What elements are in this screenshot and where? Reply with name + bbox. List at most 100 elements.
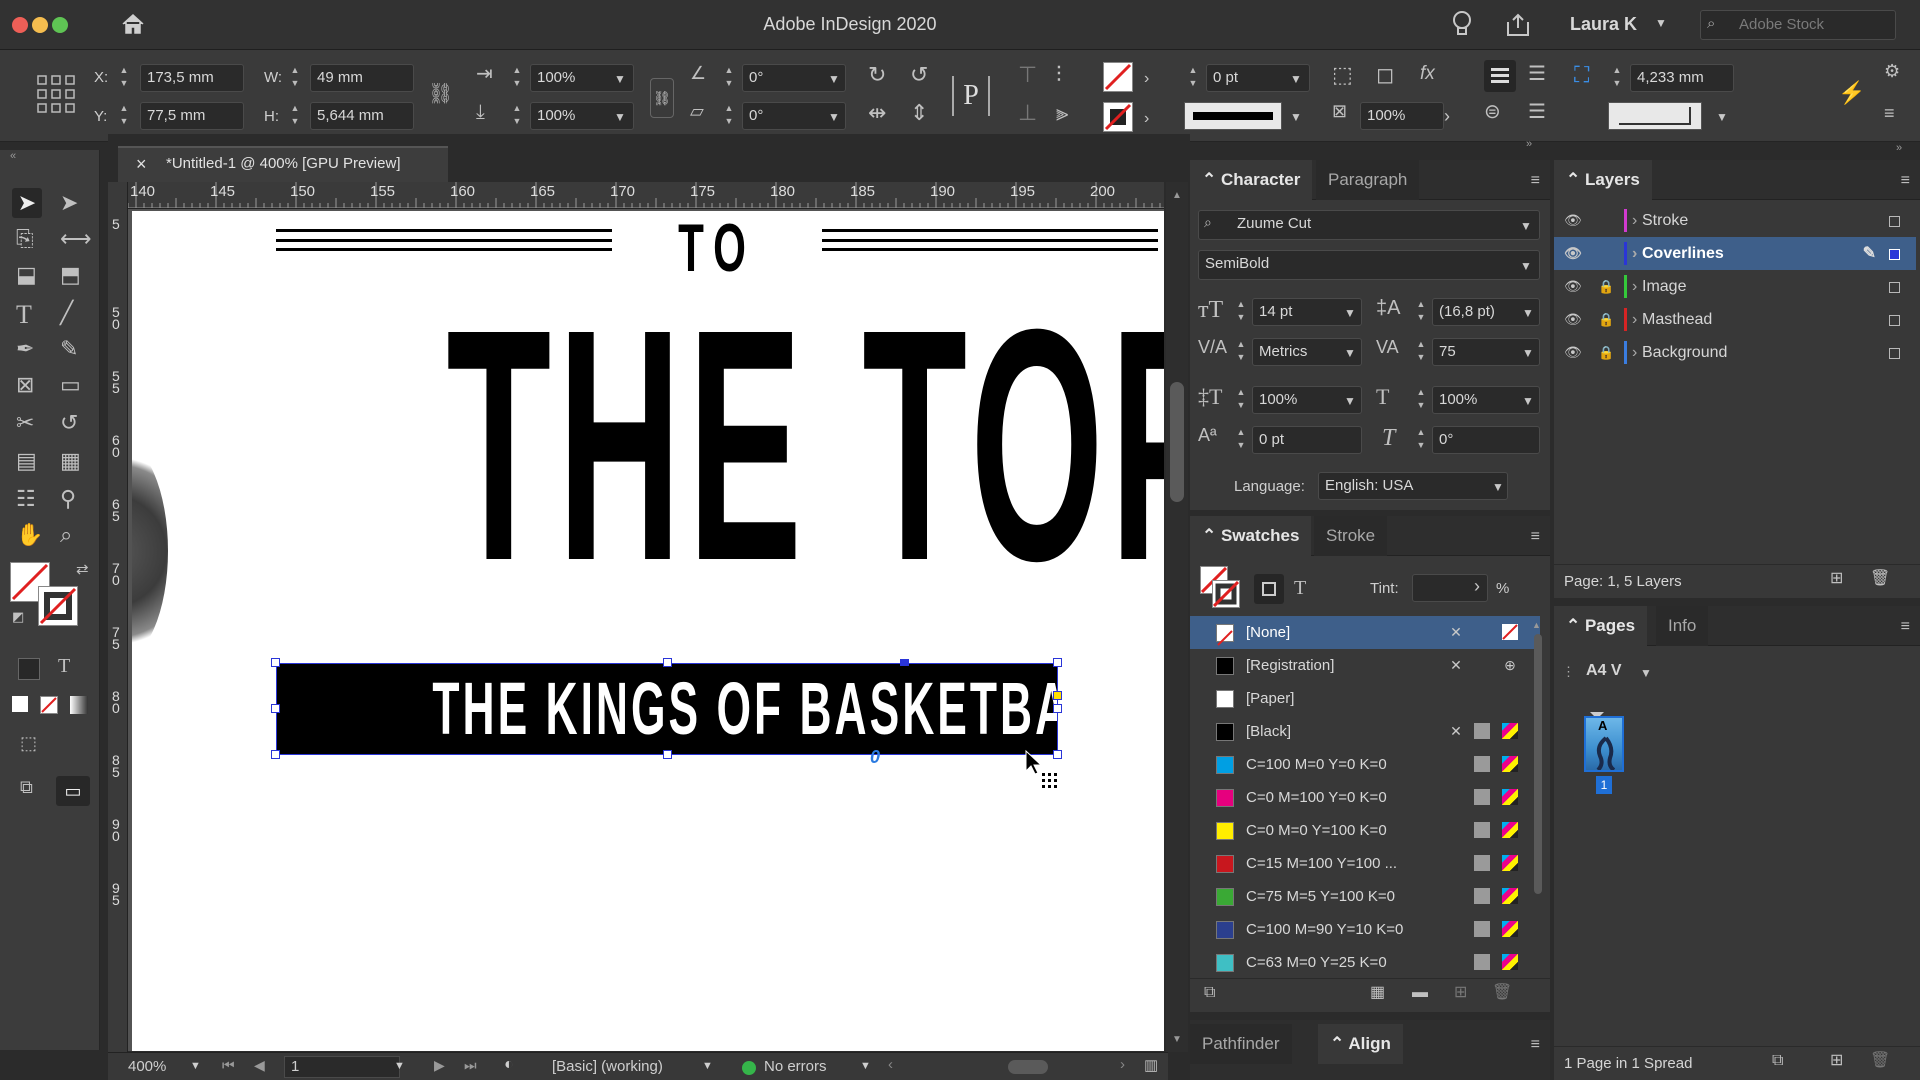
chevron-down-icon[interactable]: ▼ <box>860 1060 871 1072</box>
free-transform-tool-icon[interactable]: ↺ <box>60 412 78 434</box>
document-scrollbar[interactable]: ▲ ▼ <box>1166 182 1188 1052</box>
chevron-down-icon[interactable]: ▼ <box>1655 16 1667 30</box>
layer-list[interactable]: 👁 › Stroke 👁 › Coverlines ✎ 👁 🔒 › Image 👁 🔒 › Masthead… <box>1554 204 1920 374</box>
h-field[interactable]: 5,644 mm <box>310 102 414 130</box>
handle-bottom-left[interactable] <box>271 750 280 759</box>
close-window-button[interactable] <box>12 17 28 33</box>
flip-vertical-icon[interactable]: ⇕ <box>910 102 928 124</box>
chevron-right-icon[interactable]: › <box>1444 106 1450 127</box>
auto-fit-icon[interactable]: ⛶ <box>1574 64 1589 86</box>
pen-tool-icon[interactable]: ✒ <box>16 338 34 360</box>
pencil-tool-icon[interactable]: ✎ <box>60 338 78 360</box>
constrain-proportions-icon[interactable]: ⛓ <box>428 84 453 104</box>
zoom-window-button[interactable] <box>52 17 68 33</box>
text-wrap-bounding-icon[interactable]: ☰ <box>1528 64 1546 84</box>
page-tool-icon[interactable]: ⎘ <box>16 228 34 250</box>
handle-bottom-center[interactable] <box>663 750 672 759</box>
scale-y-stepper[interactable]: ▲ ▼ <box>508 102 526 130</box>
swatch-row[interactable]: [Black] ✕ <box>1190 715 1540 748</box>
tab-pages[interactable]: ⌃ Pages <box>1554 606 1648 646</box>
edit-page-size-icon[interactable]: ⧉ <box>1772 1053 1783 1069</box>
zoom-level[interactable]: 400% <box>128 1058 166 1075</box>
scale-x-stepper[interactable]: ▲ ▼ <box>508 64 526 92</box>
format-text-icon[interactable]: T <box>1294 578 1306 598</box>
tab-pathfinder[interactable]: Pathfinder <box>1190 1024 1292 1064</box>
eye-icon[interactable]: 👁 <box>1564 270 1582 303</box>
format-container-icon[interactable] <box>18 658 40 680</box>
handle-top-left[interactable] <box>271 658 280 667</box>
master-label[interactable]: A4 V <box>1586 662 1622 680</box>
link-scale-icon[interactable]: ⛓ <box>650 78 674 118</box>
handle-middle-left[interactable] <box>271 704 280 713</box>
format-container-icon[interactable] <box>1254 574 1284 604</box>
chevron-down-icon[interactable]: ▼ <box>614 110 626 124</box>
font-style-field[interactable]: SemiBold <box>1198 250 1540 280</box>
stroke-type-select[interactable] <box>1184 102 1282 130</box>
next-page-icon[interactable]: ▶ <box>434 1057 445 1074</box>
rotate-stepper[interactable]: ▲ ▼ <box>720 64 738 92</box>
chevron-down-icon[interactable]: ▼ <box>828 72 840 86</box>
tab-align[interactable]: ⌃ Align <box>1318 1024 1403 1064</box>
lock-icon[interactable]: 🔒 <box>1598 270 1614 303</box>
h-scroll-thumb[interactable] <box>1008 1060 1048 1074</box>
new-swatch-icon[interactable]: ⊞ <box>1454 985 1467 1001</box>
layer-selection-square[interactable] <box>1889 216 1900 227</box>
tab-swatches[interactable]: ⌃ Swatches <box>1190 516 1312 556</box>
new-group-icon[interactable]: ▬ <box>1412 985 1428 1001</box>
chevron-down-icon[interactable]: ▼ <box>702 1060 713 1072</box>
content-collector-icon[interactable]: ⬓ <box>16 264 37 286</box>
screen-mode-icon[interactable]: ▭ <box>56 776 90 806</box>
swatch-row[interactable]: C=15 M=100 Y=100 ... <box>1190 847 1540 880</box>
lightbulb-icon[interactable] <box>1452 10 1472 43</box>
layer-selection-square[interactable] <box>1889 348 1900 359</box>
font-size-stepper[interactable]: ▲ ▼ <box>1232 298 1250 326</box>
fill-none-swatch[interactable] <box>1103 62 1133 92</box>
distribute-h-icon[interactable]: ⫸ <box>1056 102 1068 124</box>
stroke-weight-stepper[interactable]: ▲ ▼ <box>1184 64 1202 92</box>
gradient-feather-tool-icon[interactable]: ▦ <box>60 450 81 472</box>
swap-fill-stroke-icon[interactable]: ⇄ <box>76 562 89 577</box>
trash-icon[interactable]: 🗑 <box>1870 1053 1890 1069</box>
text-wrap-jump-icon[interactable]: ☰ <box>1528 102 1546 122</box>
drop-shadow-icon[interactable]: ◻ <box>1376 64 1394 86</box>
distribute-icon[interactable]: ⫶ <box>1056 64 1062 86</box>
eye-icon[interactable]: 👁 <box>1564 336 1582 369</box>
scroll-thumb[interactable] <box>1170 382 1184 502</box>
handle-top-center[interactable] <box>663 658 672 667</box>
preflight-profile[interactable]: [Basic] (working) <box>552 1058 663 1075</box>
rectangle-frame-tool-icon[interactable]: ⊠ <box>16 374 34 396</box>
layer-row[interactable]: 👁 🔒 › Image <box>1554 270 1916 303</box>
tab-info[interactable]: Info <box>1656 606 1709 646</box>
lightning-icon[interactable]: ⚡ <box>1838 82 1865 104</box>
chevron-down-icon[interactable]: ▼ <box>1344 346 1356 360</box>
apply-color-icon[interactable] <box>12 696 28 712</box>
page-field[interactable]: 1 <box>284 1056 400 1078</box>
chevron-down-icon[interactable]: ▼ <box>1522 394 1534 408</box>
rotate-cw-icon[interactable]: ↻ <box>868 64 886 86</box>
zoom-tool-icon[interactable]: ⌕ <box>60 524 72 546</box>
minimize-window-button[interactable] <box>32 17 48 33</box>
swatch-scrollbar[interactable]: ▲ <box>1532 620 1544 976</box>
type-tool-icon[interactable]: T <box>16 302 32 328</box>
direct-selection-tool-icon[interactable]: ➤ <box>60 192 78 214</box>
swatch-row[interactable]: [None] ✕ <box>1190 616 1540 649</box>
swatch-row[interactable]: C=0 M=100 Y=0 K=0 <box>1190 781 1540 814</box>
corner-options-icon[interactable]: 0 <box>870 747 880 768</box>
swatch-row[interactable]: C=100 M=90 Y=10 K=0 <box>1190 913 1540 946</box>
handle-middle-right[interactable] <box>1053 704 1062 713</box>
selection-tool-icon[interactable]: ➤ <box>12 188 42 218</box>
x-stepper[interactable]: ▲ ▼ <box>115 64 133 92</box>
scroll-left-icon[interactable]: ‹ <box>888 1056 893 1073</box>
align-top-icon[interactable]: ⊤ <box>1018 64 1037 86</box>
scissors-tool-icon[interactable]: ✂ <box>16 412 34 434</box>
layer-row[interactable]: 👁 › Coverlines ✎ <box>1554 237 1916 270</box>
chevron-right-icon[interactable]: › <box>1144 70 1149 88</box>
chevron-down-icon[interactable]: ▼ <box>394 1060 405 1072</box>
stock-search[interactable]: ⌕ Adobe Stock <box>1700 10 1896 40</box>
gradient-swatch-tool-icon[interactable]: ▤ <box>16 450 37 472</box>
chevron-down-icon[interactable]: ▼ <box>1492 480 1504 494</box>
line-tool-icon[interactable]: ╱ <box>60 302 73 324</box>
preflight-icon[interactable]: ◐ <box>504 1056 514 1074</box>
layer-row[interactable]: 👁 🔒 › Background <box>1554 336 1916 369</box>
language-select[interactable]: English: USA <box>1318 472 1508 500</box>
